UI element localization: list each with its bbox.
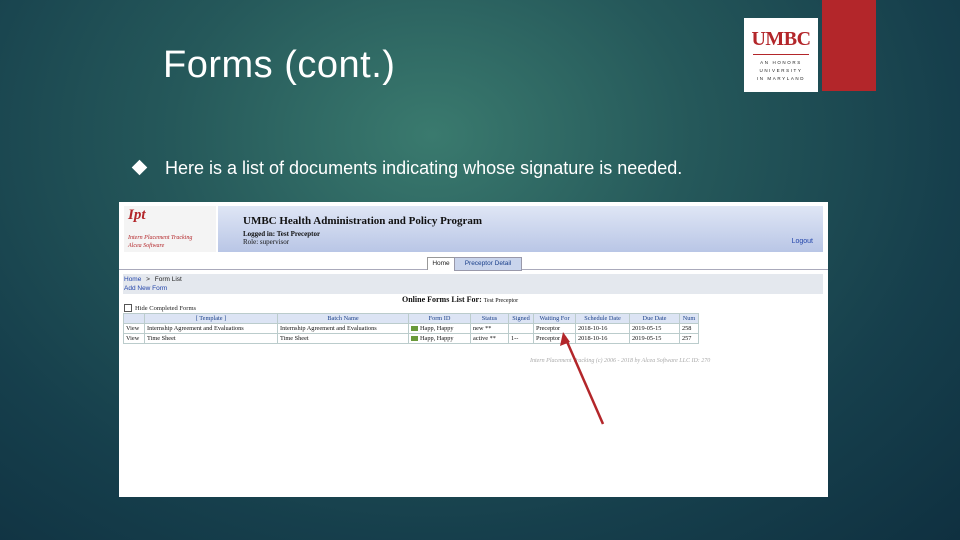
cell-template: Time Sheet: [144, 333, 278, 344]
umbc-logo-rule: [753, 53, 809, 55]
slide-title: Forms (cont.): [163, 44, 396, 86]
header-batch-name[interactable]: Batch Name: [277, 313, 409, 324]
cell-num: 258: [679, 323, 699, 334]
logged-in-label: Logged in: Test Preceptor: [243, 230, 321, 238]
app-header: Ipt Intern Placement Tracking Alcea Soft…: [119, 202, 828, 252]
tab-home[interactable]: Home: [427, 257, 455, 270]
cell-signed: 1--: [508, 333, 534, 344]
umbc-logo-wordmark: UMBC: [751, 27, 811, 50]
cell-schedule-date: 2018-10-16: [575, 333, 630, 344]
diamond-bullet-icon: [131, 159, 148, 176]
view-link[interactable]: View: [123, 333, 145, 344]
mail-icon[interactable]: [411, 336, 418, 342]
table-row[interactable]: View Time Sheet Time Sheet Happ, Happy a…: [123, 333, 699, 344]
mail-icon[interactable]: [411, 326, 418, 332]
cell-waiting-for: Preceptor: [533, 333, 576, 344]
forms-list-heading: Online Forms List For:: [402, 295, 482, 304]
umbc-logo-line3: IN MARYLAND: [756, 75, 806, 81]
forms-table: [ Template ] Batch Name Form ID Status S…: [123, 313, 699, 344]
bullet-text: Here is a list of documents indicating w…: [165, 158, 683, 178]
logout-link[interactable]: Logout: [792, 238, 813, 245]
hide-completed-checkbox[interactable]: [124, 304, 132, 312]
cell-template: Internship Agreement and Evaluations: [144, 323, 278, 334]
app-banner: UMBC Health Administration and Policy Pr…: [218, 206, 823, 252]
cell-batch-name: Time Sheet: [277, 333, 409, 344]
view-link[interactable]: View: [123, 323, 145, 334]
breadcrumb: Home > Form List: [124, 276, 182, 283]
user-info: Logged in: Test Preceptor Role: supervis…: [243, 230, 320, 246]
ipt-logo-tagline: Intern Placement Tracking: [128, 235, 193, 241]
cell-schedule-date: 2018-10-16: [575, 323, 630, 334]
app-screenshot: Ipt Intern Placement Tracking Alcea Soft…: [119, 202, 828, 497]
cell-form-id: Happ, Happy: [408, 333, 471, 344]
umbc-logo-line1: AN HONORS: [760, 59, 802, 65]
header-signed[interactable]: Signed: [508, 313, 534, 324]
breadcrumb-home-link[interactable]: Home: [124, 276, 141, 283]
ipt-logo-name: Ipt: [128, 207, 146, 223]
cell-signed: [508, 323, 534, 334]
header-form-id[interactable]: Form ID: [408, 313, 471, 324]
ipt-logo: Ipt Intern Placement Tracking Alcea Soft…: [124, 206, 216, 252]
ipt-logo-company: Alcea Software: [128, 243, 165, 249]
breadcrumb-current: Form List: [154, 276, 182, 283]
header-num[interactable]: Num: [679, 313, 699, 324]
form-id-text: Happ, Happy: [420, 325, 454, 332]
tab-preceptor-detail[interactable]: Preceptor Detail: [454, 257, 522, 271]
header-waiting-for[interactable]: Waiting For: [533, 313, 576, 324]
header-due-date[interactable]: Due Date: [629, 313, 680, 324]
cell-num: 257: [679, 333, 699, 344]
cell-form-id: Happ, Happy: [408, 323, 471, 334]
header-status[interactable]: Status: [470, 313, 509, 324]
app-footer: Intern Placement Tracking (c) 2006 - 201…: [530, 358, 711, 364]
table-header-row: [ Template ] Batch Name Form ID Status S…: [123, 313, 699, 324]
form-id-text: Happ, Happy: [420, 335, 454, 342]
add-new-form-link[interactable]: Add New Form: [124, 285, 167, 292]
program-title: UMBC Health Administration and Policy Pr…: [243, 215, 483, 227]
hide-completed-row: Hide Completed Forms: [124, 304, 196, 312]
umbc-logo-line2: UNIVERSITY: [759, 67, 803, 73]
header-view: [123, 313, 145, 324]
header-template[interactable]: [ Template ]: [144, 313, 278, 324]
cell-waiting-for: Preceptor: [533, 323, 576, 334]
forms-list-owner: Test Preceptor: [483, 298, 519, 304]
table-row[interactable]: View Internship Agreement and Evaluation…: [123, 323, 699, 334]
breadcrumb-separator: >: [146, 276, 150, 283]
cell-due-date: 2019-05-15: [629, 323, 680, 334]
umbc-logo: UMBC AN HONORS UNIVERSITY IN MARYLAND: [744, 18, 818, 92]
umbc-accent-strip: [822, 0, 876, 91]
cell-status: active **: [470, 333, 509, 344]
breadcrumb-bar: Home > Form List Add New Form: [123, 274, 823, 294]
forms-list-title: Online Forms List For: Test Preceptor: [402, 295, 518, 304]
header-schedule-date[interactable]: Schedule Date: [575, 313, 630, 324]
cell-batch-name: Internship Agreement and Evaluations: [277, 323, 409, 334]
cell-due-date: 2019-05-15: [629, 333, 680, 344]
role-label: Role: supervisor: [243, 238, 290, 246]
hide-completed-label: Hide Completed Forms: [135, 304, 197, 312]
cell-status: new **: [470, 323, 509, 334]
